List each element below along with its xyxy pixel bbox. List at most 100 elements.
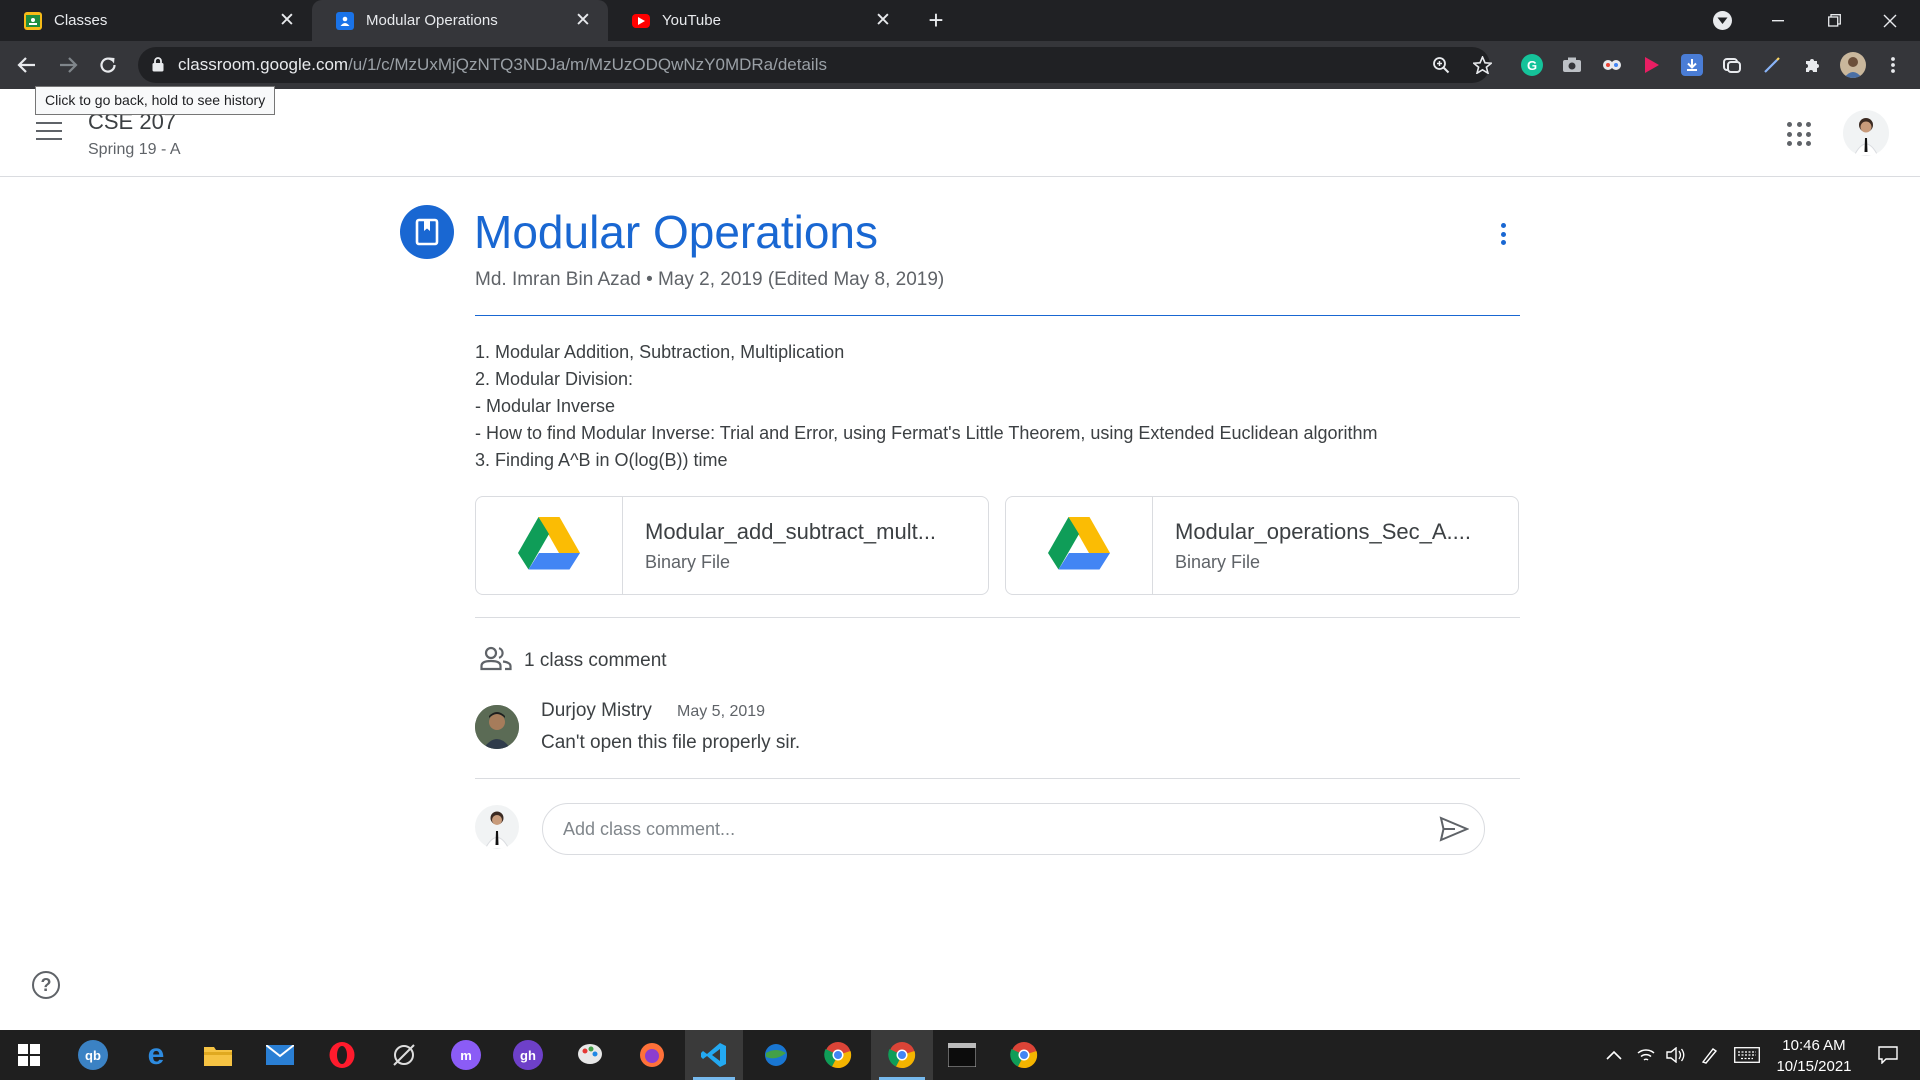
tab-classes[interactable]: Classes ✕ — [0, 0, 312, 41]
attachment-type: Binary File — [1175, 552, 1261, 572]
mail-icon[interactable] — [251, 1030, 309, 1080]
messenger-icon[interactable]: m — [437, 1030, 495, 1080]
current-user-avatar — [475, 805, 519, 849]
tab-title: Modular Operations — [366, 12, 498, 29]
attachment-card[interactable]: Modular_operations_Sec_A.... Binary File — [1005, 496, 1519, 595]
satellite-app-icon[interactable] — [375, 1030, 433, 1080]
qbittorrent-icon[interactable]: qb — [64, 1030, 122, 1080]
minimize-window-icon[interactable] — [1750, 0, 1806, 41]
opera-icon[interactable] — [313, 1030, 371, 1080]
post-title: Modular Operations — [474, 206, 878, 258]
send-icon[interactable] — [1439, 816, 1470, 842]
main-menu-icon[interactable] — [36, 122, 62, 142]
browser-tab-bar: Classes ✕ Modular Operations ✕ YouTube ✕… — [0, 0, 1920, 41]
lock-icon[interactable] — [152, 57, 164, 77]
windows-start-icon[interactable] — [0, 1030, 58, 1080]
close-tab-icon[interactable]: ✕ — [276, 10, 298, 32]
reload-button[interactable] — [91, 48, 125, 82]
youtube-favicon-icon — [632, 13, 650, 28]
paint-icon[interactable] — [561, 1030, 619, 1080]
bookmark-star-icon[interactable] — [1472, 55, 1492, 75]
screenshot-extension-icon[interactable] — [1561, 54, 1583, 76]
tab-title: Classes — [54, 12, 108, 29]
close-window-icon[interactable] — [1862, 0, 1918, 41]
url-host: classroom.google.com — [178, 55, 349, 74]
firefox-icon[interactable] — [623, 1030, 681, 1080]
url-path: /u/1/c/MzUxMjQzNTQ3NDJa/m/MzUzODQwNzY0MD… — [348, 55, 827, 74]
zoom-icon[interactable] — [1431, 55, 1451, 75]
show-hidden-icons-icon[interactable] — [1600, 1030, 1628, 1080]
tab-modular-operations[interactable]: Modular Operations ✕ — [312, 0, 608, 41]
action-center-icon[interactable] — [1864, 1030, 1912, 1080]
add-comment-box[interactable] — [542, 803, 1485, 855]
windows-taskbar: qb e m gh 10:46 AM 10/15/2021 — [0, 1030, 1920, 1080]
attachment-thumbnail — [476, 497, 623, 594]
terminal-icon[interactable] — [933, 1030, 991, 1080]
download-extension-icon[interactable] — [1681, 54, 1703, 76]
file-explorer-icon[interactable] — [189, 1030, 247, 1080]
window-extension-icon[interactable] — [1721, 54, 1743, 76]
network-globe-icon[interactable] — [747, 1030, 805, 1080]
add-comment-input[interactable] — [563, 804, 1413, 854]
chrome-profile-icon[interactable] — [871, 1030, 933, 1080]
restore-window-icon[interactable] — [1806, 0, 1862, 41]
touch-keyboard-icon[interactable] — [1730, 1030, 1764, 1080]
back-button-tooltip: Click to go back, hold to see history — [35, 86, 276, 115]
browser-toolbar: classroom.google.com/u/1/c/MzUxMjQzNTQ3N… — [0, 41, 1920, 89]
assignment-material-icon — [400, 205, 454, 259]
attachment-name[interactable]: Modular_add_subtract_mult... — [645, 519, 936, 545]
google-drive-icon — [518, 516, 580, 575]
post-description: 1. Modular Addition, Subtraction, Multip… — [475, 339, 1520, 474]
post-meta: Md. Imran Bin Azad • May 2, 2019 (Edited… — [475, 269, 945, 290]
volume-icon[interactable] — [1662, 1030, 1690, 1080]
system-clock[interactable]: 10:46 AM 10/15/2021 — [1764, 1035, 1864, 1077]
close-tab-icon[interactable]: ✕ — [572, 10, 594, 32]
github-icon[interactable]: gh — [499, 1030, 557, 1080]
more-options-icon[interactable] — [1492, 220, 1514, 248]
chrome-ext-icon[interactable] — [995, 1030, 1053, 1080]
commenter-avatar — [475, 705, 519, 749]
pen-workspace-icon[interactable] — [1696, 1030, 1724, 1080]
account-avatar[interactable] — [1843, 110, 1889, 156]
tab-title: YouTube — [662, 12, 721, 29]
help-icon[interactable]: ? — [32, 971, 60, 999]
grammarly-extension-icon[interactable]: G — [1521, 54, 1543, 76]
description-line: 3. Finding A^B in O(log(B)) time — [475, 450, 728, 470]
forward-button[interactable] — [51, 48, 85, 82]
classroom-header: CSE 207 Spring 19 - A — [0, 89, 1920, 177]
comment-text: Can't open this file properly sir. — [541, 732, 801, 753]
clock-time: 10:46 AM — [1782, 1037, 1846, 1054]
people-icon — [480, 645, 512, 676]
edge-icon[interactable]: e — [127, 1030, 185, 1080]
comment-date: May 5, 2019 — [677, 703, 766, 720]
tab-youtube[interactable]: YouTube ✕ — [608, 0, 908, 41]
description-line: 2. Modular Division: — [475, 369, 634, 389]
google-drive-icon — [1048, 516, 1110, 575]
play-extension-icon[interactable] — [1641, 54, 1663, 76]
description-line: - How to find Modular Inverse: Trial and… — [475, 423, 1378, 443]
eyes-extension-icon[interactable] — [1601, 54, 1623, 76]
new-tab-button[interactable]: + — [922, 6, 950, 34]
clock-date: 10/15/2021 — [1776, 1058, 1852, 1075]
comment-author: Durjoy Mistry — [541, 700, 652, 721]
back-button[interactable] — [10, 48, 44, 82]
close-tab-icon[interactable]: ✕ — [872, 10, 894, 32]
google-apps-icon[interactable] — [1787, 122, 1811, 146]
tab-search-icon[interactable] — [1713, 11, 1732, 30]
vscode-icon[interactable] — [685, 1030, 743, 1080]
classroom-assignment-favicon-icon — [336, 11, 354, 30]
class-comment-count[interactable]: 1 class comment — [524, 650, 667, 672]
class-comments-header: 1 class comment — [480, 645, 667, 676]
attachment-card[interactable]: Modular_add_subtract_mult... Binary File — [475, 496, 989, 595]
profile-avatar-icon[interactable] — [1840, 52, 1866, 78]
extensions-puzzle-icon[interactable] — [1801, 54, 1823, 76]
description-line: 1. Modular Addition, Subtraction, Multip… — [475, 342, 845, 362]
pen-extension-icon[interactable] — [1761, 54, 1783, 76]
attachment-name[interactable]: Modular_operations_Sec_A.... — [1175, 519, 1471, 545]
chrome-menu-icon[interactable] — [1882, 54, 1904, 76]
wifi-icon[interactable] — [1632, 1030, 1660, 1080]
classroom-favicon-icon — [24, 11, 42, 30]
attachment-thumbnail — [1006, 497, 1153, 594]
address-bar[interactable]: classroom.google.com/u/1/c/MzUxMjQzNTQ3N… — [138, 47, 1492, 83]
chrome-icon[interactable] — [809, 1030, 867, 1080]
